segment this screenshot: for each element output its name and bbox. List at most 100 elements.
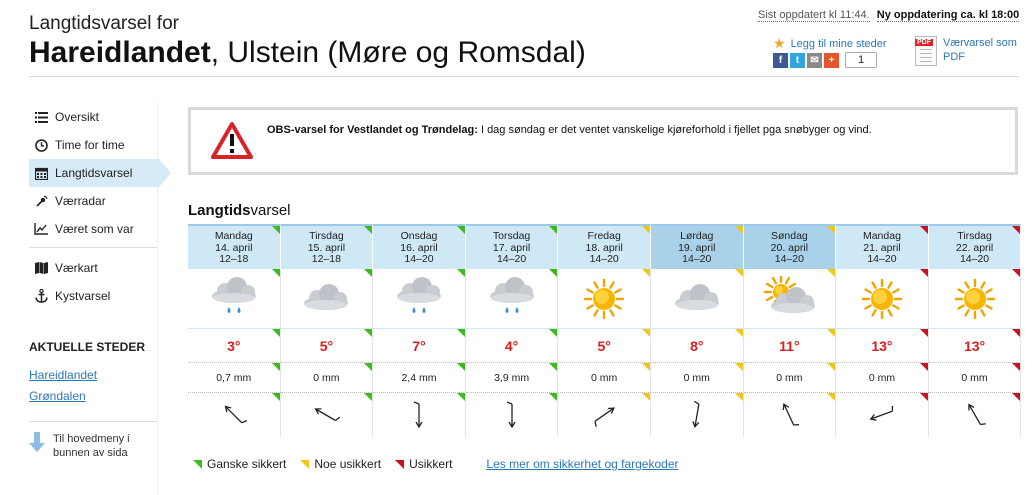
twitter-icon[interactable]: t [790, 52, 805, 68]
certainty-marker [456, 329, 465, 337]
forecast-header-row: Mandag 14. april 12–18 Tirsdag 15. april 12–1… [188, 224, 1022, 269]
forecast-wind [373, 393, 466, 437]
day-name: Søndag [770, 230, 808, 242]
facebook-icon[interactable]: f [773, 52, 788, 68]
forecast-symbol-cell [280, 269, 374, 329]
precipitation-value: 0 mm [961, 372, 988, 384]
temperature-value: 13° [963, 338, 986, 354]
forecast-symbol-cell [373, 269, 466, 329]
certainty-marker [1012, 329, 1021, 337]
certainty-marker [827, 329, 836, 337]
places-heading: AKTUELLE STEDER [29, 340, 146, 354]
certainty-marker [364, 269, 373, 277]
certainty-marker [456, 363, 465, 371]
sidebar-separator [29, 247, 157, 248]
legend-label: Ganske sikkert [207, 457, 287, 471]
day-period: 14–20 [496, 253, 527, 265]
plus-share-icon[interactable]: + [824, 52, 839, 68]
certainty-marker [641, 393, 650, 401]
sidebar-item-time-for-time[interactable]: Time for time [29, 131, 157, 159]
forecast-day-header: Tirsdag 15. april 12–18 [280, 224, 374, 269]
day-name: Tirsdag [309, 230, 344, 242]
certainty-marker [641, 363, 650, 371]
certainty-marker [271, 363, 280, 371]
sidebar-item-label: Time for time [55, 138, 125, 152]
forecast-wind [744, 393, 837, 437]
sidebar-item-label: Værradar [55, 194, 106, 208]
sidebar: Oversikt Time for time Langtidsvarsel Væ… [29, 103, 171, 460]
forecast-day-header: Torsdag 17. april 14–20 [465, 224, 559, 269]
temperature-value: 11° [779, 338, 800, 354]
sidebar-item-kystvarsel[interactable]: Kystvarsel [29, 282, 157, 310]
day-period: 12–18 [219, 253, 249, 265]
sidebar-item-vaerradar[interactable]: Værradar [29, 187, 157, 215]
forecast-day-header: Tirsdag 22. april 14–20 [928, 224, 1022, 269]
precipitation-value: 0,7 mm [216, 372, 252, 384]
pdf-icon: PDF [915, 36, 937, 66]
certainty-marker [734, 393, 743, 401]
pdf-label[interactable]: Værvarsel som PDF [943, 36, 1025, 66]
to-main-menu-link[interactable]: Til hovedmeny i bunnen av sida [29, 432, 157, 460]
day-period: 14–20 [867, 253, 897, 265]
day-name: Tirsdag [957, 230, 992, 242]
place-region: , Ulstein (Møre og Romsdal) [210, 36, 586, 69]
sidebar-item-vaerkart[interactable]: Værkart [29, 254, 157, 282]
certainty-info-link[interactable]: Les mer om sikkerhet og fargekoder [486, 457, 678, 471]
pdf-link[interactable]: PDF Værvarsel som PDF [915, 36, 1025, 66]
forecast-day-header: Fredag 18. april 14–20 [558, 224, 651, 269]
forecast-day-header: Onsdag 16. april 14–20 [373, 224, 466, 269]
to-main-menu-label: Til hovedmeny i bunnen av sida [53, 433, 130, 459]
precipitation-value: 0 mm [868, 372, 896, 384]
forecast-symbol-row [188, 269, 1022, 329]
certainty-marker [271, 329, 280, 337]
certainty-marker [1012, 393, 1021, 401]
certainty-marker [271, 269, 280, 277]
precipitation-value: 3,9 mm [494, 372, 530, 384]
forecast-day-header: Mandag 14. april 12–18 [188, 224, 281, 269]
arrow-down-icon [29, 432, 47, 460]
precipitation-value: 0 mm [683, 372, 710, 384]
sidebar-separator [29, 421, 157, 422]
certainty-marker [641, 226, 650, 234]
forecast-temperature: 7° [373, 329, 466, 363]
temperature-value: 3° [227, 338, 241, 354]
forecast-precipitation: 0,7 mm [188, 363, 281, 393]
sidebar-item-label: Oversikt [55, 110, 100, 124]
day-name: Torsdag [492, 230, 531, 242]
forecast-wind-row [188, 393, 1022, 437]
certainty-marker [919, 393, 928, 401]
certainty-marker [364, 329, 373, 337]
temperature-value: 5° [319, 338, 334, 354]
sidebar-item-oversikt[interactable]: Oversikt [29, 103, 157, 131]
day-name: Mandag [214, 230, 253, 242]
mail-icon[interactable]: ✉ [807, 52, 822, 68]
sidebar-item-vaeret-som-var[interactable]: Været som var [29, 215, 157, 243]
certainty-marker [456, 393, 465, 401]
legend-item-yellow: Noe usikkert [300, 457, 381, 471]
forecast-heading-bold: Langtids [188, 202, 251, 219]
page-subtitle: Langtidsvarsel for [29, 13, 179, 34]
certainty-marker [919, 363, 928, 371]
certainty-marker [734, 226, 743, 234]
share-count: 1 [845, 52, 877, 68]
legend-label: Usikkert [409, 457, 453, 471]
precipitation-value: 0 mm [313, 372, 340, 384]
add-favorite-link[interactable]: ★ Legg til mine steder [773, 35, 887, 52]
forecast-symbol-cell [928, 269, 1022, 329]
temperature-value: 13° [871, 338, 893, 354]
forecast-temperature: 8° [650, 329, 744, 363]
certainty-marker [549, 393, 558, 401]
sidebar-item-langtidsvarsel[interactable]: Langtidsvarsel [29, 159, 171, 187]
certainty-legend: Ganske sikkert Noe usikkert Usikkert Les… [193, 457, 679, 471]
day-name: Lørdag [680, 230, 714, 242]
place-name: Hareidlandet [29, 36, 211, 69]
place-link[interactable]: Grøndalen [29, 389, 157, 403]
certainty-marker [1012, 226, 1021, 234]
place-link[interactable]: Hareidlandet [29, 368, 157, 382]
certainty-marker [827, 393, 836, 401]
last-updated: Sist oppdatert kl 11:44. [758, 9, 870, 22]
certainty-marker [549, 269, 558, 277]
forecast-day-header: Lørdag 19. april 14–20 [650, 224, 744, 269]
forecast-precipitation: 0 mm [650, 363, 744, 393]
certainty-marker [1012, 269, 1021, 277]
